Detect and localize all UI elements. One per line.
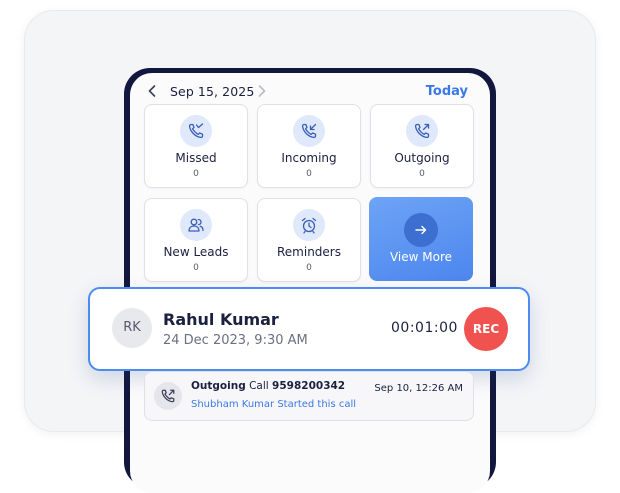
tile-label: Outgoing bbox=[394, 151, 450, 165]
incoming-call-icon bbox=[293, 115, 325, 147]
tile-label: New Leads bbox=[163, 245, 229, 259]
missed-call-icon bbox=[180, 115, 212, 147]
call-log-subtitle: Shubham Kumar Started this call bbox=[191, 399, 357, 410]
tile-label: Reminders bbox=[277, 245, 341, 259]
phone-number: 9598200342 bbox=[272, 380, 346, 392]
alarm-clock-icon bbox=[293, 209, 325, 241]
tile-count: 0 bbox=[193, 169, 199, 179]
avatar: RK bbox=[112, 308, 152, 348]
call-datetime: 24 Dec 2023, 9:30 AM bbox=[163, 333, 308, 348]
today-button[interactable]: Today bbox=[426, 84, 468, 99]
tile-outgoing[interactable]: Outgoing 0 bbox=[370, 104, 474, 188]
outgoing-call-icon bbox=[154, 382, 182, 410]
active-call-card[interactable]: RK Rahul Kumar 24 Dec 2023, 9:30 AM 00:0… bbox=[88, 287, 530, 371]
call-log-title: Outgoing Call 9598200342 bbox=[191, 380, 345, 392]
tile-incoming[interactable]: Incoming 0 bbox=[257, 104, 361, 188]
call-log-time: Sep 10, 12:26 AM bbox=[374, 383, 463, 394]
date-navigation: Sep 15, 2025 Today bbox=[130, 79, 490, 105]
arrow-right-icon bbox=[404, 213, 438, 247]
call-word: Call bbox=[249, 380, 269, 392]
tile-missed[interactable]: Missed 0 bbox=[144, 104, 248, 188]
call-timer: 00:01:00 bbox=[391, 320, 458, 336]
tile-count: 0 bbox=[193, 263, 199, 273]
tile-label: Missed bbox=[175, 151, 217, 165]
tile-count: 0 bbox=[306, 263, 312, 273]
view-more-label: View More bbox=[389, 250, 453, 264]
tile-new-leads[interactable]: New Leads 0 bbox=[144, 198, 248, 282]
tile-label: Incoming bbox=[281, 151, 337, 165]
tile-count: 0 bbox=[306, 169, 312, 179]
view-more-button[interactable]: View More bbox=[369, 197, 473, 281]
chevron-left-icon[interactable] bbox=[148, 85, 156, 97]
outgoing-call-icon bbox=[406, 115, 438, 147]
users-icon bbox=[180, 209, 212, 241]
tile-reminders[interactable]: Reminders 0 bbox=[257, 198, 361, 282]
chevron-right-icon[interactable] bbox=[258, 85, 266, 97]
call-log-item[interactable]: Outgoing Call 9598200342 Shubham Kumar S… bbox=[144, 371, 474, 421]
record-button[interactable]: REC bbox=[464, 307, 508, 351]
call-type: Outgoing bbox=[191, 380, 246, 392]
selected-date: Sep 15, 2025 bbox=[170, 84, 255, 99]
phone-screen: Sep 15, 2025 Today Missed 0 Incoming 0 O… bbox=[130, 73, 490, 493]
caller-name: Rahul Kumar bbox=[163, 310, 279, 329]
tile-count: 0 bbox=[419, 169, 425, 179]
